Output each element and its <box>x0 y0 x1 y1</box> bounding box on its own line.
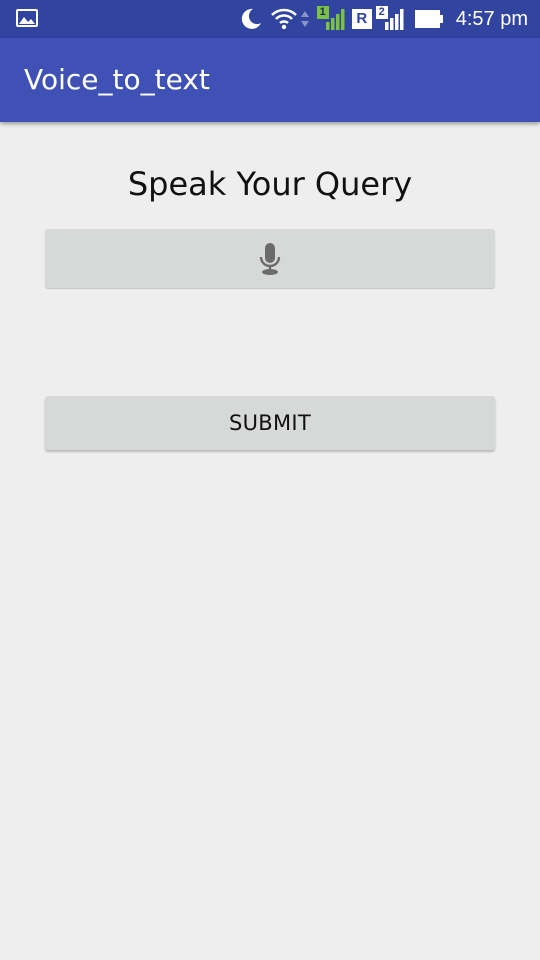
signal-sim2-icon: 2 <box>375 6 404 32</box>
signal-sim1-icon: 1 <box>316 6 345 32</box>
clock: 4:57 pm <box>455 7 528 30</box>
microphone-icon <box>259 242 281 275</box>
battery-icon <box>414 10 443 28</box>
roaming-label: R <box>356 10 368 27</box>
submit-button[interactable]: SUBMIT <box>45 396 495 450</box>
page-heading: Speak Your Query <box>127 165 413 203</box>
app-bar: Voice_to_text <box>0 38 540 122</box>
status-icons: 1 R 2 4:57 pm <box>232 0 528 38</box>
data-arrows-icon <box>300 11 309 27</box>
roaming-icon: R <box>351 9 372 29</box>
moon-icon <box>241 8 261 29</box>
screen: 1 R 2 4:57 pm Voice_to_text Speak Your Q… <box>0 0 540 960</box>
sim1-label: 1 <box>316 6 329 19</box>
microphone-button[interactable] <box>45 229 495 288</box>
gallery-icon <box>16 9 38 27</box>
sim2-label: 2 <box>375 6 388 19</box>
app-title: Voice_to_text <box>24 63 210 96</box>
status-bar: 1 R 2 4:57 pm <box>0 0 540 38</box>
wifi-icon <box>270 8 297 30</box>
